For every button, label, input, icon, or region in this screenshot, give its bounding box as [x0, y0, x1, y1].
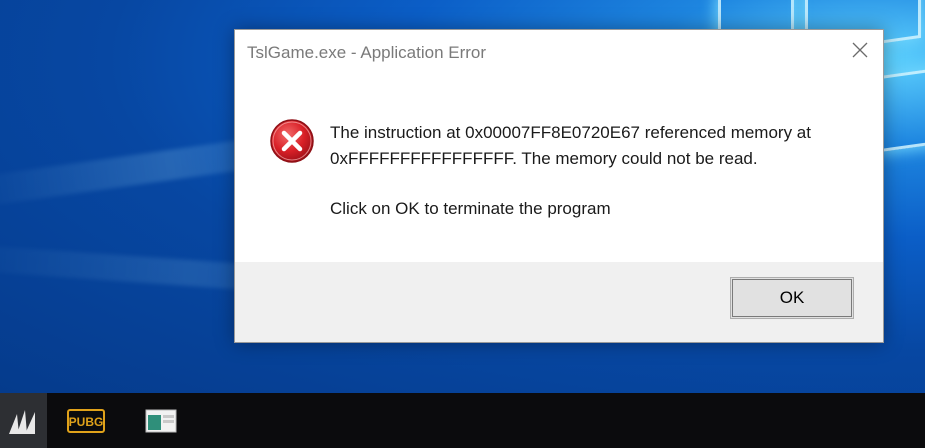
- svg-text:PUBG: PUBG: [68, 415, 103, 429]
- dialog-title: TslGame.exe - Application Error: [247, 43, 487, 62]
- dialog-titlebar[interactable]: TslGame.exe - Application Error: [235, 30, 883, 76]
- windows-logo-pane: [880, 63, 925, 153]
- dialog-content: The instruction at 0x00007FF8E0720E67 re…: [235, 76, 883, 261]
- message-instruction: Click on OK to terminate the program: [330, 199, 611, 218]
- dialog-footer: OK: [235, 262, 883, 342]
- app-window-icon: [145, 409, 176, 432]
- taskbar: PUBG: [0, 393, 925, 448]
- close-button[interactable]: [837, 30, 883, 70]
- error-message: The instruction at 0x00007FF8E0720E67 re…: [330, 120, 860, 222]
- error-dialog: TslGame.exe - Application Error The inst…: [234, 29, 884, 343]
- message-line: The instruction at 0x00007FF8E0720E67 re…: [330, 123, 811, 142]
- taskbar-corsair[interactable]: [0, 393, 47, 448]
- taskbar-pubg[interactable]: PUBG: [62, 393, 109, 448]
- corsair-icon: [8, 409, 35, 434]
- pubg-icon: PUBG: [66, 408, 105, 433]
- taskbar-app[interactable]: [137, 393, 184, 448]
- ok-button[interactable]: OK: [730, 277, 854, 319]
- message-line: 0xFFFFFFFFFFFFFFFF. The memory could not…: [330, 149, 758, 168]
- close-icon: [852, 42, 868, 58]
- error-x-icon: [270, 119, 314, 163]
